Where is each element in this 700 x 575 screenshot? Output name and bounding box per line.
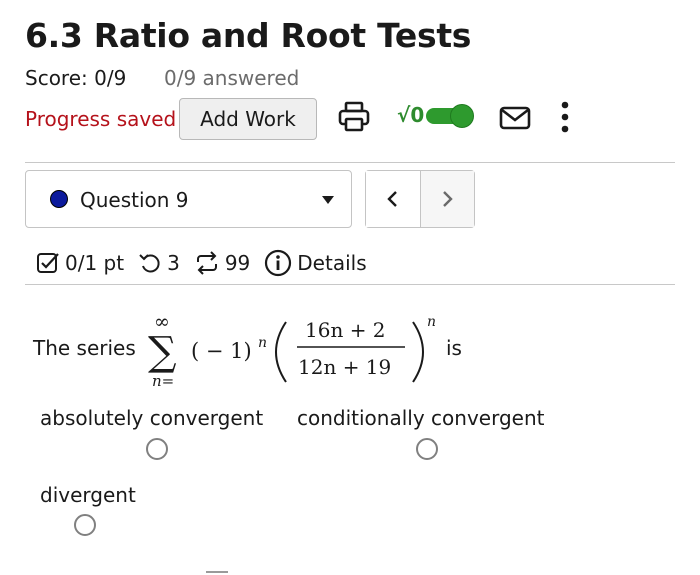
add-work-button[interactable]: Add Work (179, 98, 317, 140)
details-link[interactable]: Details (264, 249, 367, 277)
cut-off-element (206, 571, 228, 573)
left-paren (275, 321, 287, 383)
sqrt-label: √0 (397, 103, 425, 127)
divider (25, 162, 675, 163)
submissions-info: 99 (194, 251, 250, 275)
question-select[interactable]: Question 9 (25, 170, 352, 228)
print-icon[interactable] (337, 100, 371, 134)
answered-count: 0/9 answered (164, 66, 300, 90)
undo-icon (139, 254, 160, 273)
retries-info: 3 (138, 251, 180, 275)
points-info: 0/1 pt (36, 251, 124, 275)
caret-down-icon (322, 196, 334, 204)
chevron-left-icon (387, 191, 397, 207)
info-icon (265, 249, 292, 277)
points-text: 0/1 pt (65, 251, 125, 275)
chevron-right-icon (443, 191, 453, 207)
score-text: Score: 0/9 (25, 66, 127, 90)
series-expression: ∞ ∑ n= ( − 1) n 16n + 2 12n + 19 n (148, 311, 440, 394)
fraction-denominator: 12n + 19 (298, 355, 391, 379)
details-label: Details (297, 251, 367, 275)
question-suffix: is (446, 336, 462, 360)
radio-divergent[interactable] (74, 514, 96, 536)
mail-icon[interactable] (499, 104, 531, 132)
option-label-absolutely-convergent[interactable]: absolutely convergent (40, 406, 263, 430)
divider (25, 284, 675, 285)
retries-count: 3 (167, 251, 180, 275)
factor-exponent: n (258, 335, 267, 351)
question-status-dot (50, 190, 68, 208)
question-meta: 0/1 pt 3 99 Details (36, 248, 367, 278)
right-paren (412, 321, 424, 383)
question-select-label: Question 9 (80, 188, 189, 212)
previous-question-button[interactable] (366, 171, 420, 227)
option-label-conditionally-convergent[interactable]: conditionally convergent (297, 406, 544, 430)
submissions-count: 99 (224, 251, 251, 275)
next-question-button[interactable] (419, 171, 474, 227)
checkbox-icon (37, 253, 59, 273)
more-vertical-icon[interactable] (558, 99, 572, 135)
toggle-switch[interactable] (426, 104, 475, 128)
page-title: 6.3 Ratio and Root Tests (25, 16, 472, 55)
sum-lower: n= (152, 372, 174, 390)
radio-conditionally-convergent[interactable] (416, 438, 438, 460)
question-pager (365, 170, 475, 228)
math-preview-toggle[interactable]: √0 (397, 103, 475, 128)
progress-status: Progress saved (25, 107, 177, 131)
outer-exponent: n (427, 314, 436, 330)
factor: ( − 1) (191, 339, 252, 363)
repeat-icon (196, 251, 217, 275)
radio-absolutely-convergent[interactable] (146, 438, 168, 460)
sum-symbol: ∑ (148, 329, 177, 375)
question-prefix: The series (33, 336, 136, 360)
fraction-numerator: 16n + 2 (305, 318, 386, 342)
option-label-divergent[interactable]: divergent (40, 483, 136, 507)
